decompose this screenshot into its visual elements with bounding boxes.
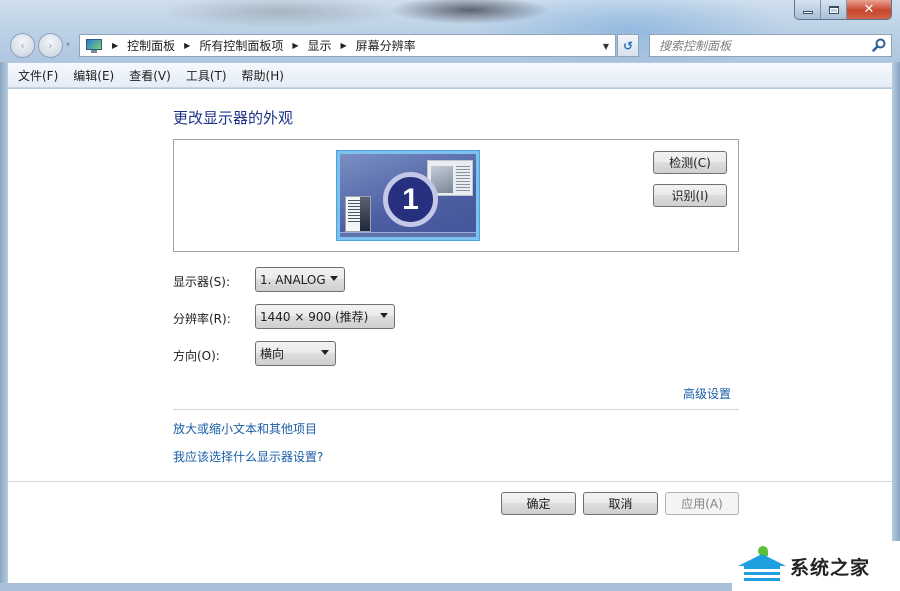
control-panel-icon [85,38,103,53]
ok-button[interactable]: 确定 [501,492,576,515]
monitor-number-badge: 1 [383,172,438,227]
breadcrumb-display[interactable]: 显示 [308,37,332,54]
search-icon[interactable] [872,38,886,52]
close-button[interactable]: ✕ [847,0,891,19]
refresh-button[interactable]: ↺ [617,34,639,57]
close-icon: ✕ [863,2,875,17]
cancel-button[interactable]: 取消 [583,492,658,515]
breadcrumb-control-panel[interactable]: 控制面板 [127,37,175,54]
menu-help[interactable]: 帮助(H) [242,67,284,84]
caption-buttons: ✕ [794,0,892,20]
identify-button[interactable]: 识别(I) [653,184,727,207]
maximize-icon [828,5,839,14]
menu-file[interactable]: 文件(F) [18,67,58,84]
text-size-link[interactable]: 放大或缩小文本和其他项目 [173,420,317,437]
refresh-icon: ↺ [622,38,634,53]
chevron-down-icon [321,350,329,355]
display-select-value: 1. ANALOG [260,272,326,287]
forward-arrow-icon: › [48,39,53,52]
breadcrumb-all-items[interactable]: 所有控制面板项 [199,37,283,54]
orientation-label: 方向(O): [173,349,220,363]
menu-view[interactable]: 查看(V) [129,67,171,84]
address-dropdown-icon[interactable]: ▼ [603,42,609,51]
detect-button[interactable]: 检测(C) [653,151,727,174]
maximize-button[interactable] [821,0,847,19]
advanced-settings-link[interactable]: 高级设置 [683,385,731,402]
section-divider [173,409,739,410]
orientation-select-value: 横向 [260,347,285,361]
chevron-down-icon [330,276,338,281]
minimize-button[interactable] [795,0,821,19]
breadcrumb-separator-icon[interactable]: ▶ [292,41,298,50]
display-label: 显示器(S): [173,275,231,289]
resolution-label: 分辨率(R): [173,312,231,326]
display-settings-help-link[interactable]: 我应该选择什么显示器设置? [173,448,323,465]
menu-tools[interactable]: 工具(T) [186,67,227,84]
display-select[interactable]: 1. ANALOG [255,267,345,292]
breadcrumb-separator-icon[interactable]: ▶ [112,41,118,50]
search-input[interactable] [659,38,859,53]
forward-button[interactable]: › [38,33,63,58]
monitor-1-thumbnail[interactable]: 1 [337,151,479,240]
content-area: 更改显示器的外观 1 检测(C) 识别(I) 显示器(S): 1. ANALOG… [8,89,892,583]
menu-bar: 文件(F) 编辑(E) 查看(V) 工具(T) 帮助(H) [8,63,892,88]
chevron-down-icon [380,313,388,318]
taskbar-thumbnail [340,232,476,237]
breadcrumb-screen-resolution[interactable]: 屏幕分辨率 [356,37,416,54]
house-logo-icon [736,544,790,588]
footer-divider [8,481,892,482]
menu-edit[interactable]: 编辑(E) [73,67,114,84]
start-menu-thumbnail-icon [345,196,371,232]
apply-button[interactable]: 应用(A) [665,492,739,515]
resolution-select[interactable]: 1440 × 900 (推荐) [255,304,395,329]
recent-pages-dropdown[interactable]: ▾ [66,40,70,49]
page-title: 更改显示器的外观 [173,109,294,127]
back-arrow-icon: ‹ [20,39,25,52]
search-box [649,34,892,57]
address-bar[interactable]: ▶ 控制面板 ▶ 所有控制面板项 ▶ 显示 ▶ 屏幕分辨率 ▼ [79,34,616,57]
orientation-select[interactable]: 横向 [255,341,336,366]
window-border-right [892,62,900,591]
breadcrumb-separator-icon[interactable]: ▶ [341,41,347,50]
window-border-left [0,62,8,591]
resolution-select-value: 1440 × 900 (推荐) [260,310,369,324]
navigation-bar: ‹ › ▾ ▶ 控制面板 ▶ 所有控制面板项 ▶ 显示 ▶ 屏幕分辨率 ▼ ↺ [8,32,892,58]
breadcrumb-separator-icon[interactable]: ▶ [184,41,190,50]
watermark: 系统之家 [732,541,900,591]
monitor-preview-panel: 1 检测(C) 识别(I) [173,139,739,252]
minimize-icon [802,10,813,14]
back-button[interactable]: ‹ [10,33,35,58]
watermark-text: 系统之家 [790,556,871,579]
